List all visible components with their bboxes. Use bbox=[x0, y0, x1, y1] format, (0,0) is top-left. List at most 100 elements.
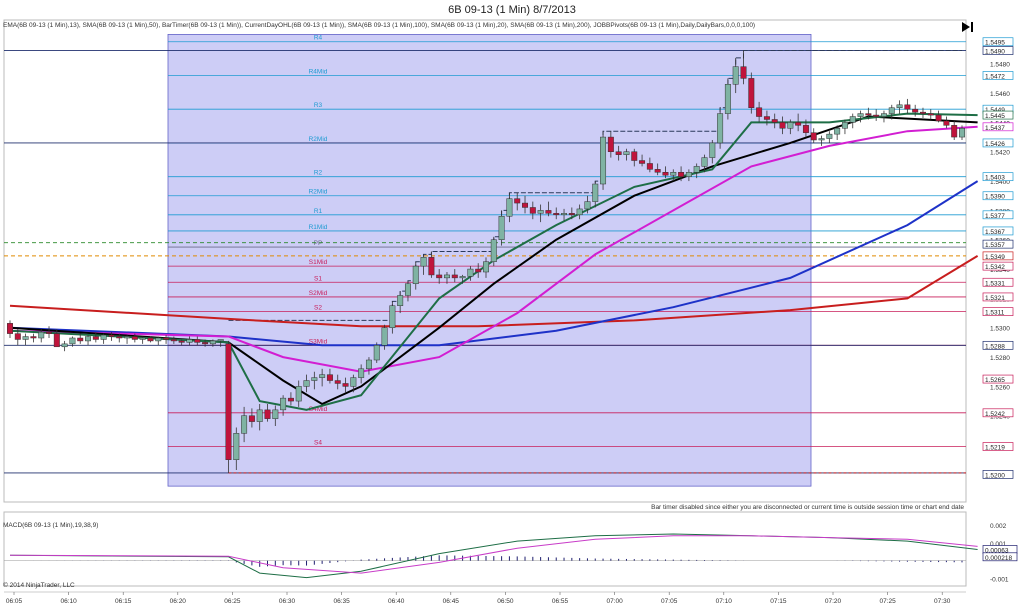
pivot-label-7: R1Mid bbox=[309, 224, 328, 231]
candle-body bbox=[217, 339, 224, 342]
candle-body bbox=[483, 261, 489, 273]
candle-body bbox=[553, 213, 560, 216]
price-badge-label: 1.5331 bbox=[985, 280, 1005, 287]
pivot-label-11: S2Mid bbox=[309, 290, 328, 297]
candle-body bbox=[748, 78, 755, 108]
time-tick-label: 07:10 bbox=[716, 598, 733, 605]
candle-body bbox=[506, 198, 513, 217]
time-tick-label: 07:15 bbox=[770, 598, 787, 605]
candle-body bbox=[178, 340, 185, 343]
price-tick-label: 1.5420 bbox=[990, 150, 1010, 157]
candle-body bbox=[22, 336, 29, 340]
candle-body bbox=[311, 377, 318, 381]
candle-body bbox=[927, 113, 934, 116]
skip-to-end-bar[interactable] bbox=[971, 22, 973, 32]
candle-body bbox=[295, 386, 302, 402]
candle-body bbox=[163, 337, 170, 340]
candle-body bbox=[436, 274, 443, 279]
macd-tick-label: 0.002 bbox=[990, 523, 1007, 530]
candle-body bbox=[459, 276, 466, 279]
candle-body bbox=[30, 336, 37, 339]
pivot-label-5: R2Mid bbox=[309, 189, 328, 196]
price-tick-label: 1.5260 bbox=[990, 384, 1010, 391]
price-badge-label: 1.5377 bbox=[985, 213, 1005, 220]
candle-body bbox=[514, 198, 521, 204]
chart-title: 6B 09-13 (1 Min) 8/7/2013 bbox=[448, 4, 576, 16]
candle-body bbox=[888, 107, 895, 114]
candle-body bbox=[444, 274, 450, 279]
candle-body bbox=[576, 208, 583, 216]
candle-body bbox=[568, 213, 575, 216]
chart-canvas: 6B 09-13 (1 Min) 8/7/2013 EMA(6B 09-13 (1… bbox=[3, 4, 1017, 605]
candle-body bbox=[256, 409, 263, 422]
candle-body bbox=[428, 257, 435, 276]
candle-body bbox=[7, 323, 13, 334]
candle-body bbox=[116, 336, 123, 339]
candle-body bbox=[404, 283, 411, 296]
candle-body bbox=[732, 66, 739, 85]
candle-body bbox=[467, 268, 474, 277]
candle-body bbox=[756, 107, 763, 117]
candle-body bbox=[873, 114, 880, 117]
candle-body bbox=[802, 125, 809, 133]
candle-body bbox=[615, 151, 622, 155]
price-badge-label: 1.5445 bbox=[985, 113, 1005, 120]
price-tick-label: 1.5460 bbox=[990, 91, 1010, 98]
candle-body bbox=[631, 151, 638, 161]
time-tick-label: 06:25 bbox=[224, 598, 241, 605]
price-tick-label: 1.5280 bbox=[990, 355, 1010, 362]
price-badge-label: 1.5242 bbox=[985, 411, 1005, 418]
candle-body bbox=[170, 339, 177, 342]
candle-body bbox=[623, 151, 630, 155]
copyright-text: © 2014 NinjaTrader, LLC bbox=[3, 581, 75, 589]
pivot-label-0: R4 bbox=[314, 35, 323, 42]
candle-body bbox=[561, 213, 568, 216]
candle-body bbox=[272, 409, 279, 419]
candle-body bbox=[920, 111, 926, 114]
candle-body bbox=[810, 132, 817, 141]
pivot-label-2: R3 bbox=[314, 102, 323, 109]
pivot-label-15: S4 bbox=[314, 440, 322, 447]
price-badge-label: 1.5367 bbox=[985, 229, 1005, 236]
candle-body bbox=[639, 160, 646, 164]
candle-body bbox=[724, 84, 731, 114]
candle-body bbox=[248, 415, 255, 422]
skip-to-end-icon[interactable] bbox=[962, 22, 973, 32]
candle-body bbox=[61, 343, 68, 348]
candle-body bbox=[600, 136, 607, 185]
candle-body bbox=[904, 104, 911, 110]
pivot-label-1: R4Mid bbox=[309, 68, 328, 75]
candle-body bbox=[342, 383, 349, 387]
candle-body bbox=[14, 333, 21, 340]
candle-body bbox=[287, 397, 294, 402]
candle-body bbox=[685, 172, 692, 177]
candle-body bbox=[826, 133, 833, 139]
candle-body bbox=[545, 210, 552, 214]
candle-body bbox=[373, 345, 380, 361]
pivot-label-12: S2 bbox=[314, 305, 322, 312]
price-badge-label: 1.5437 bbox=[985, 125, 1005, 132]
pivot-label-10: S1 bbox=[314, 275, 322, 282]
candle-body bbox=[358, 368, 365, 378]
price-badge-label: 1.5495 bbox=[985, 40, 1005, 47]
macd-tick-label: -0.001 bbox=[990, 576, 1009, 583]
candle-body bbox=[529, 207, 536, 214]
candle-body bbox=[935, 114, 942, 122]
candle-body bbox=[498, 216, 505, 240]
candle-body bbox=[709, 142, 716, 158]
time-tick-label: 06:35 bbox=[333, 598, 350, 605]
candle-body bbox=[202, 342, 209, 345]
pivot-label-4: R2 bbox=[314, 170, 323, 177]
candle-body bbox=[77, 337, 84, 342]
candle-body bbox=[475, 268, 482, 273]
candle-body bbox=[92, 336, 99, 340]
candle-body bbox=[303, 380, 310, 387]
time-tick-label: 06:05 bbox=[6, 598, 23, 605]
candle-body bbox=[334, 380, 341, 384]
pivot-label-8: PP bbox=[314, 240, 323, 247]
time-tick-label: 06:30 bbox=[279, 598, 296, 605]
candle-body bbox=[280, 397, 287, 411]
candle-body bbox=[350, 377, 357, 387]
candle-body bbox=[779, 122, 786, 129]
candle-body bbox=[326, 374, 333, 381]
